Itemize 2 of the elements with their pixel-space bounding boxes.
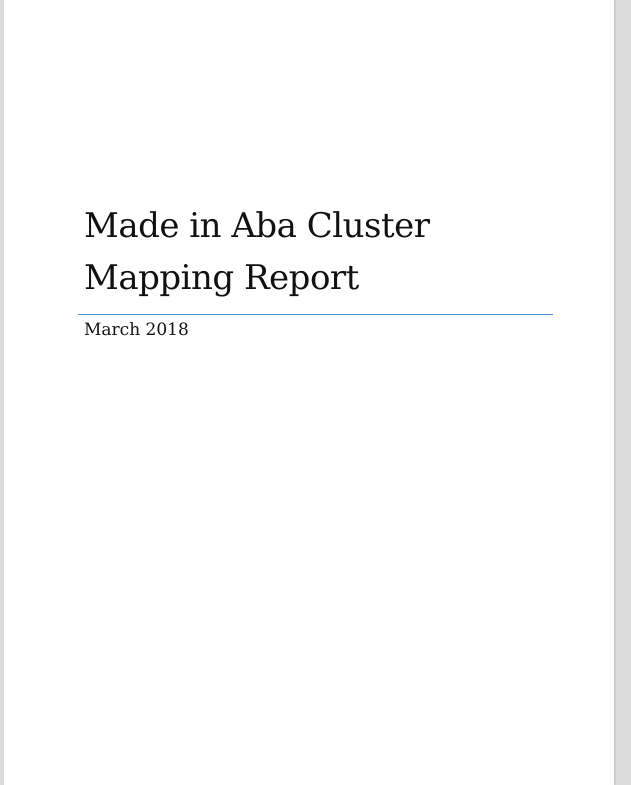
document-title: Made in Aba Cluster Mapping Report bbox=[83, 205, 431, 300]
document-date: March 2018 bbox=[83, 320, 190, 340]
